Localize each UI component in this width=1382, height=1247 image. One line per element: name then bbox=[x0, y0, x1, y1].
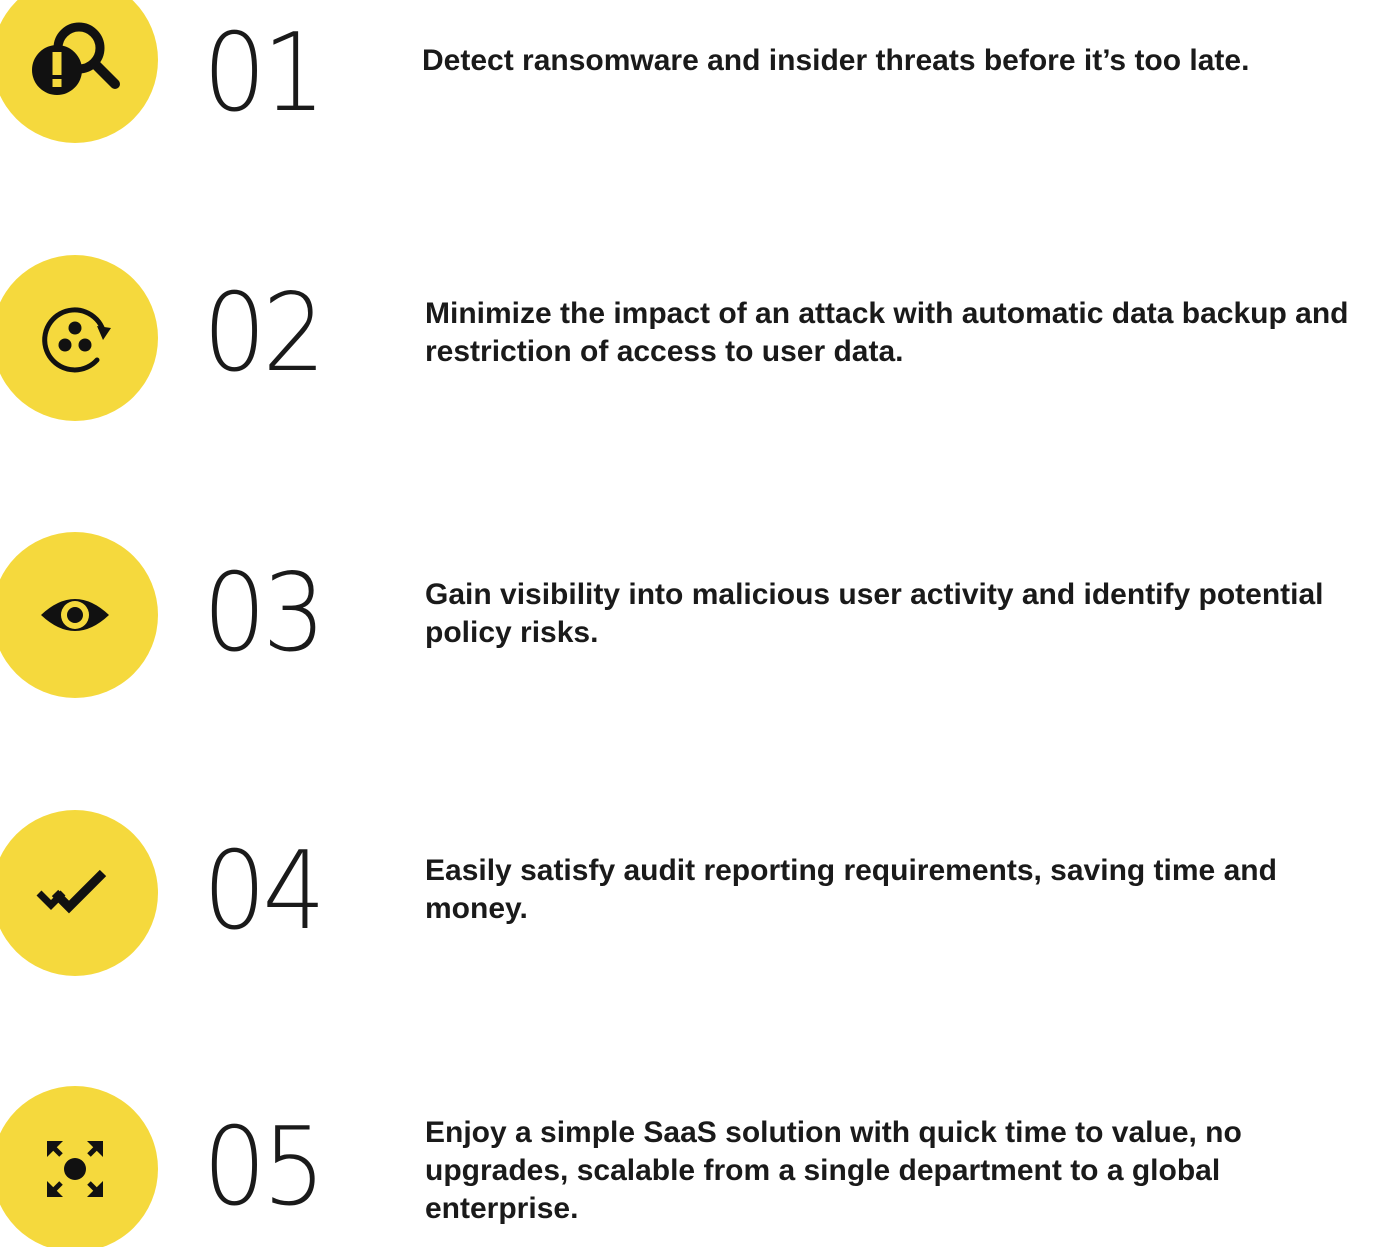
icon-circle bbox=[0, 1086, 158, 1247]
feature-item-03: 03 Gain visibility into malicious user a… bbox=[0, 532, 1382, 732]
feature-description: Gain visibility into malicious user acti… bbox=[425, 578, 1324, 649]
alert-search-icon bbox=[23, 8, 127, 112]
feature-description: Detect ransomware and insider threats be… bbox=[422, 44, 1250, 77]
icon-circle bbox=[0, 532, 158, 698]
icon-circle bbox=[0, 810, 158, 976]
eye-icon bbox=[25, 565, 125, 665]
expand-arrows-icon bbox=[25, 1119, 125, 1219]
feature-number: 05 bbox=[203, 1105, 326, 1230]
feature-description: Minimize the impact of an attack with au… bbox=[425, 297, 1349, 368]
backup-cycle-icon bbox=[25, 288, 125, 388]
feature-number: 01 bbox=[203, 11, 326, 136]
icon-circle bbox=[0, 0, 158, 143]
feature-item-01: 01 Detect ransomware and insider threats… bbox=[0, 0, 1382, 200]
feature-number: 02 bbox=[203, 271, 326, 396]
feature-description: Easily satisfy audit reporting requireme… bbox=[425, 854, 1277, 925]
feature-number: 03 bbox=[203, 551, 326, 676]
feature-item-04: 04 Easily satisfy audit reporting requir… bbox=[0, 810, 1382, 1010]
feature-description: Enjoy a simple SaaS solution with quick … bbox=[425, 1116, 1242, 1225]
icon-circle bbox=[0, 255, 158, 421]
feature-number: 04 bbox=[203, 829, 326, 954]
feature-item-02: 02 Minimize the impact of an attack with… bbox=[0, 255, 1382, 455]
double-check-icon bbox=[25, 843, 125, 943]
feature-item-05: 05 Enjoy a simple SaaS solution with qui… bbox=[0, 1086, 1382, 1247]
